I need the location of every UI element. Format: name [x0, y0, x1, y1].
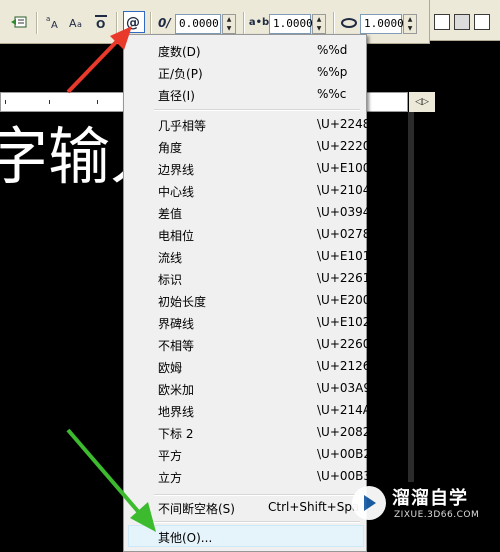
menu-item-symbol[interactable]: 中心线 \U+2104 — [128, 179, 370, 201]
menu-item-label: 界碑线 — [158, 317, 195, 331]
menu-item-label: 电相位 — [158, 229, 195, 243]
menu-item-code: \U+E200 — [317, 293, 371, 307]
menu-item-code: %%c — [317, 87, 347, 101]
menu-item-symbol[interactable]: 差值 \U+0394 — [128, 201, 370, 223]
menu-item-symbol[interactable]: 角度 \U+2220 — [128, 135, 370, 157]
menu-item-label: 角度 — [158, 141, 183, 155]
text-insert-icon[interactable] — [10, 14, 28, 32]
menu-item-label: 标识 — [158, 273, 183, 287]
menu-item-shortcut: Ctrl+Shift+Spa — [268, 500, 360, 514]
menu-item-symbol[interactable]: 标识 \U+2261 — [128, 267, 370, 289]
menu-item-symbol[interactable]: 界碑线 \U+E102 — [128, 311, 370, 333]
menu-item-code: %%p — [317, 65, 348, 79]
menu-item-label: 流线 — [158, 251, 183, 265]
menu-item-label: 正/负(P) — [158, 67, 203, 81]
menu-item-label: 其他(O)... — [158, 531, 213, 545]
menu-item-code: \U+E102 — [317, 315, 371, 329]
play-logo-icon — [352, 486, 386, 520]
menu-item-code: %%d — [317, 43, 348, 57]
view-cube-icon[interactable] — [434, 14, 450, 30]
menu-item-symbol[interactable]: 流线 \U+E101 — [128, 245, 370, 267]
oblique-angle-stepper[interactable]: ▲ ▼ — [222, 14, 236, 34]
menu-item-code: \U+214A — [317, 403, 371, 417]
menu-separator — [154, 109, 360, 111]
menu-item-symbol[interactable]: 下标 2 \U+2082 — [128, 421, 370, 443]
menu-item-symbol[interactable]: 几乎相等 \U+2248 — [128, 113, 370, 135]
svg-text:a: a — [46, 15, 50, 23]
menu-item-symbol[interactable]: 正/负(P) %%p — [128, 61, 364, 83]
menu-item-symbol[interactable]: 立方 \U+00B3 — [128, 465, 371, 487]
right-toolbar — [430, 0, 500, 41]
menu-item-code: \U+E100 — [317, 161, 371, 175]
menu-item-code: \U+2104 — [317, 183, 371, 197]
ruler-resize-arrows[interactable]: ◁▷ — [409, 92, 435, 112]
menu-item-symbol[interactable]: 欧米加 \U+03A9 — [128, 377, 371, 399]
menu-item-label: 差值 — [158, 207, 183, 221]
menu-item-code: \U+2248 — [317, 117, 371, 131]
menu-item-code: \U+2082 — [317, 425, 371, 439]
menu-item-code: \U+0278 — [317, 227, 371, 241]
toolbar-separator — [36, 12, 38, 34]
red-arrow-annotation — [62, 24, 136, 98]
svg-text:A: A — [51, 20, 58, 30]
width-factor-input[interactable]: 1.0000 — [360, 14, 404, 34]
menu-item-code: \U+2126 — [317, 359, 371, 373]
menu-item-symbol[interactable]: 地界线 \U+214A — [128, 399, 371, 421]
menu-item-code: \U+00B2 — [317, 447, 372, 461]
watermark-url: ZIXUE.3D66.COM — [394, 510, 480, 520]
menu-item-symbol[interactable]: 平方 \U+00B2 — [128, 443, 371, 465]
menu-item-label: 下标 2 — [158, 427, 194, 441]
oblique-angle-icon: 0/ — [158, 14, 174, 32]
menu-item-symbol[interactable]: 不相等 \U+2260 — [128, 333, 370, 355]
menu-item-symbol[interactable]: 欧姆 \U+2126 — [128, 355, 370, 377]
menu-item-label: 几乎相等 — [158, 119, 207, 133]
toolbar-separator — [150, 12, 152, 34]
menu-item-code: \U+00B3 — [317, 469, 372, 483]
menu-item-symbol[interactable]: 电相位 \U+0278 — [128, 223, 370, 245]
menu-item-label: 地界线 — [158, 405, 195, 419]
menu-item-code: \U+2220 — [317, 139, 371, 153]
menu-item-symbol[interactable]: 度数(D) %%d — [128, 39, 364, 61]
svg-text:0/: 0/ — [158, 16, 172, 30]
toolbar-separator — [333, 12, 335, 34]
menu-item-nbsp[interactable]: 不间断空格(S) Ctrl+Shift+Spa — [128, 496, 364, 518]
menu-item-other[interactable]: 其他(O)... — [128, 525, 364, 547]
menu-item-label: 不间断空格(S) — [158, 502, 235, 516]
menu-item-label: 边界线 — [158, 163, 195, 177]
menu-item-symbol[interactable]: 初始长度 \U+E200 — [128, 289, 370, 311]
menu-item-label: 度数(D) — [158, 45, 201, 59]
menu-item-code: \U+E101 — [317, 249, 371, 263]
width-factor-icon — [340, 14, 358, 32]
menu-item-label: 中心线 — [158, 185, 195, 199]
stack-fraction-icon[interactable]: aA — [45, 14, 61, 32]
tracking-stepper[interactable]: ▲ ▼ — [312, 14, 326, 34]
editor-border — [408, 112, 414, 482]
menu-item-code: \U+2261 — [317, 271, 371, 285]
menu-item-label: 初始长度 — [158, 295, 207, 309]
tracking-input[interactable]: 1.0000 — [269, 14, 313, 34]
menu-item-label: 直径(I) — [158, 89, 195, 103]
view-box-icon[interactable] — [454, 14, 470, 30]
menu-item-label: 欧姆 — [158, 361, 183, 375]
toolbar-separator — [243, 12, 245, 34]
menu-item-code: \U+0394 — [317, 205, 371, 219]
menu-item-label: 不相等 — [158, 339, 195, 353]
watermark-logo: 溜溜自学 ZIXUE.3D66.COM — [350, 484, 500, 534]
menu-item-label: 欧米加 — [158, 383, 195, 397]
menu-item-symbol[interactable]: 直径(I) %%c — [128, 83, 364, 105]
menu-item-symbol[interactable]: 边界线 \U+E100 — [128, 157, 370, 179]
green-arrow-annotation — [62, 426, 162, 536]
menu-item-code: \U+2260 — [317, 337, 371, 351]
width-factor-stepper[interactable]: ▲ ▼ — [403, 14, 417, 34]
watermark-title: 溜溜自学 — [392, 488, 468, 509]
tracking-icon: a•b — [248, 17, 270, 28]
menu-separator — [154, 521, 360, 523]
oblique-angle-input[interactable]: 0.0000 — [175, 14, 221, 34]
view-3d-icon[interactable] — [474, 14, 490, 30]
menu-item-code: \U+03A9 — [317, 381, 371, 395]
